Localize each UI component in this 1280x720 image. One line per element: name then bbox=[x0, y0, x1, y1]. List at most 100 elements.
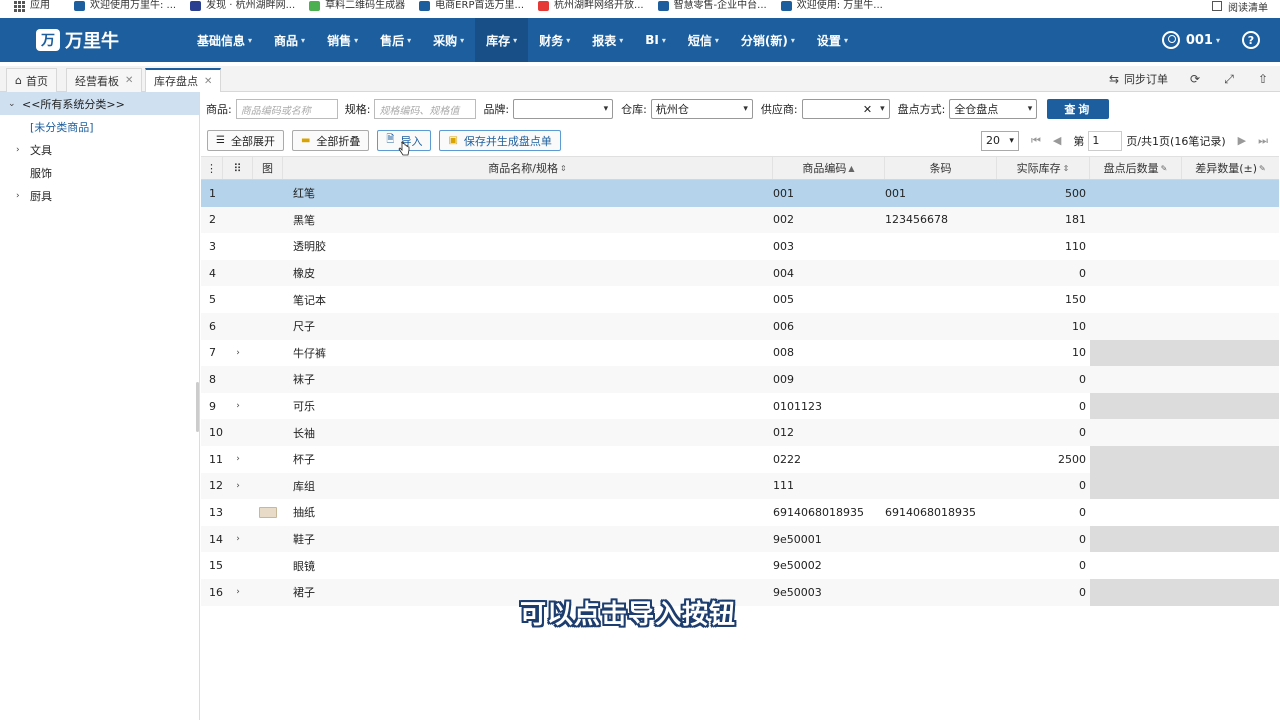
counted-quantity-cell[interactable] bbox=[1090, 419, 1182, 446]
sync-orders-button[interactable]: ⇆ 同步订单 bbox=[1107, 71, 1168, 87]
difference-quantity-cell[interactable] bbox=[1182, 286, 1279, 313]
chevron-right-icon[interactable]: › bbox=[16, 191, 30, 201]
header-barcode[interactable]: 条码 bbox=[885, 157, 997, 179]
expand-all-button[interactable]: ☰ 全部展开 bbox=[207, 130, 284, 151]
bookmark-item[interactable]: 欢迎使用万里牛: ... bbox=[74, 0, 176, 12]
table-row[interactable]: 4 橡皮 004 0 bbox=[201, 259, 1279, 287]
menu-item[interactable]: 商品 ▾ bbox=[263, 18, 316, 62]
chevron-right-icon[interactable]: › bbox=[236, 481, 240, 491]
counted-quantity-cell[interactable] bbox=[1090, 260, 1182, 287]
bookmark-item[interactable]: 智慧零售-企业中台... bbox=[657, 0, 767, 12]
bookmark-item[interactable]: 杭州湖畔网络开放... bbox=[538, 0, 644, 12]
difference-quantity-cell[interactable] bbox=[1182, 499, 1279, 526]
counted-quantity-cell[interactable] bbox=[1090, 286, 1182, 313]
refresh-button[interactable]: ⟳ bbox=[1188, 72, 1202, 86]
table-row[interactable]: 9 › 可乐 0101123 0 bbox=[201, 392, 1279, 420]
menu-item[interactable]: 设置 ▾ bbox=[806, 18, 859, 62]
header-name[interactable]: 商品名称/规格 ⇕ bbox=[283, 157, 773, 179]
bookmark-apps[interactable]: 应用 bbox=[30, 0, 50, 12]
bookmark-item[interactable]: 草料二维码生成器 bbox=[309, 0, 405, 12]
supplier-select[interactable]: ✕ ▾ bbox=[801, 99, 890, 119]
menu-item[interactable]: 库存 ▾ bbox=[475, 18, 529, 62]
sidebar-scrollbar[interactable] bbox=[196, 382, 199, 432]
expand-cell[interactable]: › bbox=[223, 526, 253, 553]
menu-item[interactable]: 报表 ▾ bbox=[581, 18, 634, 62]
table-row[interactable]: 14 › 鞋子 9e50001 0 bbox=[201, 525, 1279, 553]
table-row[interactable]: 12 › 库组 111 0 bbox=[201, 472, 1279, 500]
menu-item[interactable]: 财务 ▾ bbox=[528, 18, 581, 62]
menu-item[interactable]: 短信 ▾ bbox=[677, 18, 730, 62]
column-settings-icon[interactable]: ⠿ bbox=[223, 157, 253, 179]
tab-dashboard[interactable]: 经营看板 ✕ bbox=[66, 68, 143, 92]
collapse-all-button[interactable]: ▬ 全部折叠 bbox=[291, 130, 370, 151]
header-code[interactable]: 商品编码 ▲ bbox=[773, 157, 885, 179]
tab-inventory-count[interactable]: 库存盘点 ✕ bbox=[145, 68, 222, 92]
difference-quantity-cell[interactable] bbox=[1182, 180, 1279, 207]
chevron-right-icon[interactable]: › bbox=[236, 587, 240, 597]
table-row[interactable]: 7 › 牛仔裤 008 10 bbox=[201, 339, 1279, 367]
first-page-icon[interactable]: ⏮ bbox=[1031, 134, 1041, 148]
counted-quantity-cell[interactable] bbox=[1090, 180, 1182, 207]
column-menu-icon[interactable]: ⋮ bbox=[201, 157, 223, 179]
tab-home[interactable]: ⌂ 首页 bbox=[6, 68, 57, 92]
tree-root[interactable]: ⌄ <<所有系统分类>> bbox=[0, 92, 199, 115]
close-icon[interactable]: ✕ bbox=[125, 75, 133, 86]
menu-item[interactable]: 售后 ▾ bbox=[369, 18, 422, 62]
counted-quantity-cell[interactable] bbox=[1090, 499, 1182, 526]
menu-item[interactable]: 基础信息 ▾ bbox=[186, 18, 263, 62]
user-menu[interactable]: 001 ▾ ? bbox=[1161, 18, 1260, 62]
menu-item[interactable]: BI ▾ bbox=[634, 18, 677, 62]
next-page-icon[interactable]: ▶ bbox=[1238, 134, 1246, 147]
difference-quantity-cell[interactable] bbox=[1182, 552, 1279, 579]
expand-cell[interactable]: › bbox=[223, 473, 253, 500]
help-icon[interactable]: ? bbox=[1242, 31, 1260, 49]
chevron-right-icon[interactable]: › bbox=[16, 145, 30, 155]
table-row[interactable]: 15 眼镜 9e50002 0 bbox=[201, 552, 1279, 579]
counted-quantity-cell[interactable] bbox=[1090, 207, 1182, 234]
spec-search-input[interactable]: 规格编码、规格值 bbox=[374, 99, 477, 119]
apps-grid-icon[interactable] bbox=[14, 0, 25, 12]
expand-cell[interactable]: › bbox=[223, 340, 253, 367]
expand-cell[interactable]: › bbox=[223, 393, 253, 420]
warehouse-select[interactable]: 杭州仓 ▾ bbox=[650, 99, 753, 119]
product-search-input[interactable]: 商品编码或名称 bbox=[235, 99, 338, 119]
expand-cell[interactable]: › bbox=[223, 446, 253, 473]
chevron-down-icon[interactable]: ⌄ bbox=[8, 99, 22, 109]
header-diff[interactable]: 差异数量(±) ✎ bbox=[1182, 157, 1279, 179]
chevron-right-icon[interactable]: › bbox=[236, 348, 240, 358]
bookmark-item[interactable]: 欢迎使用: 万里牛... bbox=[780, 0, 883, 12]
upload-button[interactable]: ⇧ bbox=[1256, 72, 1270, 86]
counted-quantity-cell[interactable] bbox=[1090, 233, 1182, 260]
reading-list[interactable]: 阅读清单 bbox=[1212, 0, 1268, 12]
table-row[interactable]: 10 长袖 012 0 bbox=[201, 419, 1279, 446]
tree-item-kitchenware[interactable]: › 厨具 bbox=[0, 184, 199, 207]
counted-quantity-cell[interactable] bbox=[1090, 313, 1182, 340]
expand-cell[interactable]: › bbox=[223, 579, 253, 606]
chevron-right-icon[interactable]: › bbox=[236, 534, 240, 544]
tree-item-apparel[interactable]: 服饰 bbox=[0, 161, 199, 184]
brand-select[interactable]: ▾ bbox=[513, 99, 614, 119]
logo[interactable]: 万 万里牛 bbox=[36, 27, 186, 53]
query-button[interactable]: 查询 bbox=[1047, 99, 1110, 119]
page-size-select[interactable]: 20 ▾ bbox=[980, 130, 1019, 151]
difference-quantity-cell[interactable] bbox=[1182, 419, 1279, 446]
table-row[interactable]: 13 抽纸 6914068018935 6914068018935 0 bbox=[201, 499, 1279, 526]
header-stock[interactable]: 实际库存 ⇕ bbox=[997, 157, 1090, 179]
table-row[interactable]: 8 袜子 009 0 bbox=[201, 366, 1279, 393]
table-row[interactable]: 11 › 杯子 0222 2500 bbox=[201, 445, 1279, 473]
close-icon[interactable]: ✕ bbox=[204, 76, 212, 87]
tree-item-uncategorized[interactable]: [未分类商品] bbox=[0, 115, 199, 138]
difference-quantity-cell[interactable] bbox=[1182, 207, 1279, 234]
clear-icon[interactable]: ✕ bbox=[863, 103, 872, 116]
table-row[interactable]: 6 尺子 006 10 bbox=[201, 312, 1279, 340]
table-row[interactable]: 3 透明胶 003 110 bbox=[201, 233, 1279, 260]
prev-page-icon[interactable]: ◀ bbox=[1053, 134, 1061, 147]
counted-quantity-cell[interactable] bbox=[1090, 366, 1182, 393]
count-method-select[interactable]: 全仓盘点 ▾ bbox=[949, 99, 1038, 119]
tree-item-stationery[interactable]: › 文具 bbox=[0, 138, 199, 161]
bookmark-item[interactable]: 电商ERP首选万里... bbox=[419, 0, 524, 12]
counted-quantity-cell[interactable] bbox=[1090, 552, 1182, 579]
bookmark-item[interactable]: 发现 · 杭州湖畔网... bbox=[190, 0, 295, 12]
product-thumbnail[interactable] bbox=[259, 506, 277, 518]
menu-item[interactable]: 采购 ▾ bbox=[422, 18, 475, 62]
